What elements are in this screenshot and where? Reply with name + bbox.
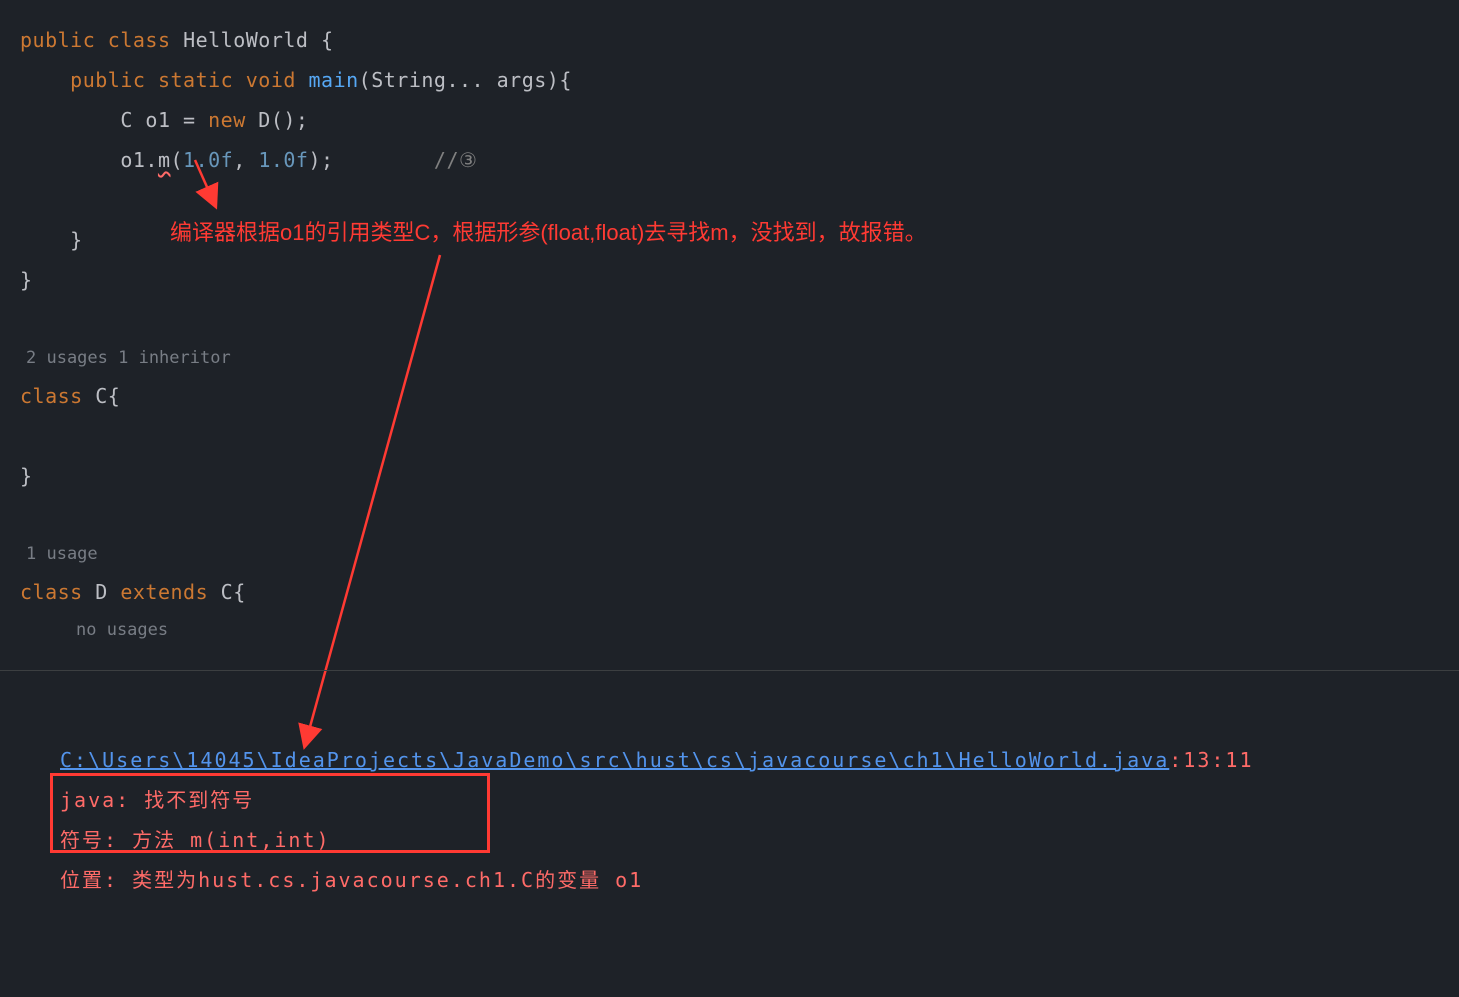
keyword-class: class — [20, 580, 83, 604]
err-location: 位置: 类型为hust.cs.javacourse.ch1.C的变量 o1 — [60, 868, 643, 892]
keyword-class: class — [20, 384, 83, 408]
error-message-3: 位置: 类型为hust.cs.javacourse.ch1.C的变量 o1 — [60, 860, 1439, 900]
usages-hint[interactable]: 2 usages 1 inheritor — [20, 340, 1459, 376]
method-main: main — [308, 68, 358, 92]
class-name: HelloWorld — [183, 28, 308, 52]
keyword-class: class — [108, 28, 171, 52]
code-line-1: public class HelloWorld { — [20, 20, 1459, 60]
float-literal: 1.0f — [183, 148, 233, 172]
code-line-9: class D extends C{ — [20, 572, 1459, 612]
code-line-7: class C{ — [20, 376, 1459, 416]
close-brace: } — [70, 228, 83, 252]
code-line-blank — [20, 496, 1459, 536]
keyword-void: void — [246, 68, 296, 92]
paren: ( — [171, 148, 184, 172]
code-line-blank — [20, 180, 1459, 220]
keyword-extends: extends — [120, 580, 208, 604]
object-ref: o1. — [120, 148, 158, 172]
brace: { — [308, 28, 333, 52]
close-brace: } — [20, 268, 33, 292]
code-editor[interactable]: public class HelloWorld { public static … — [0, 0, 1459, 648]
highlight-box — [50, 773, 490, 853]
class-d: D — [83, 580, 121, 604]
class-c: C{ — [83, 384, 121, 408]
var-decl: C o1 = — [120, 108, 208, 132]
constructor: D(); — [246, 108, 309, 132]
code-line-4: o1.m(1.0f, 1.0f); //③ — [20, 140, 1459, 180]
code-line-8: } — [20, 456, 1459, 496]
code-line-blank — [20, 416, 1459, 456]
extends-c: C{ — [208, 580, 246, 604]
params: (String... args){ — [359, 68, 572, 92]
line-col: :13:11 — [1169, 748, 1253, 772]
close-paren: ); — [308, 148, 333, 172]
file-path-link[interactable]: C:\Users\14045\IdeaProjects\JavaDemo\src… — [60, 748, 1169, 772]
keyword-new: new — [208, 108, 246, 132]
keyword-static: static — [158, 68, 233, 92]
float-literal: 1.0f — [258, 148, 308, 172]
annotation-text: 编译器根据o1的引用类型C，根据形参(float,float)去寻找m，没找到，… — [170, 215, 927, 247]
code-line-6: } — [20, 260, 1459, 300]
spacing — [334, 148, 434, 172]
panel-divider[interactable] — [0, 670, 1459, 671]
usages-hint[interactable]: no usages — [20, 612, 1459, 648]
method-call-error: m — [158, 148, 171, 172]
keyword-public: public — [20, 28, 95, 52]
comment: //③ — [434, 148, 478, 172]
code-line-2: public static void main(String... args){ — [20, 60, 1459, 100]
usages-hint[interactable]: 1 usage — [20, 536, 1459, 572]
code-line-blank — [20, 300, 1459, 340]
comma: , — [233, 148, 258, 172]
keyword-public: public — [70, 68, 145, 92]
close-brace: } — [20, 464, 33, 488]
code-line-3: C o1 = new D(); — [20, 100, 1459, 140]
